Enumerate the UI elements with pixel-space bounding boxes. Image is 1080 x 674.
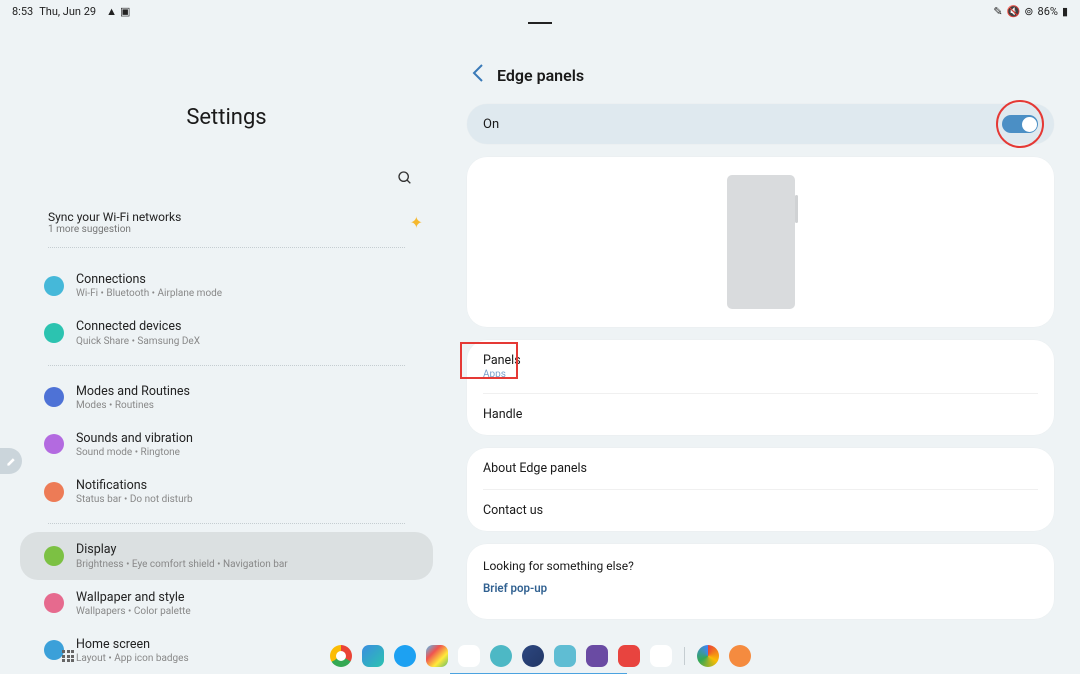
dock-divider <box>684 647 685 665</box>
settings-item-title: Connected devices <box>76 319 200 335</box>
app-icon-6[interactable] <box>490 645 512 667</box>
settings-item-icon <box>44 387 64 407</box>
photos-icon[interactable] <box>697 645 719 667</box>
play-store-icon[interactable] <box>426 645 448 667</box>
settings-item-title: Notifications <box>76 478 193 494</box>
status-right: ✎ 🔇 ⊚ 86% ▮ <box>993 5 1068 18</box>
sync-sub: 1 more suggestion <box>48 224 181 235</box>
settings-item-title: Wallpaper and style <box>76 590 191 606</box>
settings-item-icon <box>44 546 64 566</box>
settings-item-title: Display <box>76 542 288 558</box>
phone-preview <box>727 175 795 309</box>
settings-item-sub: Brightness • Eye comfort shield • Naviga… <box>76 559 288 570</box>
settings-item-notifications[interactable]: Notifications Status bar • Do not distur… <box>20 468 433 515</box>
about-contact-card: About Edge panels Contact us <box>467 448 1054 531</box>
contact-item[interactable]: Contact us <box>467 490 1054 531</box>
settings-item-icon <box>44 434 64 454</box>
app-icon-11[interactable] <box>650 645 672 667</box>
settings-item-sub: Quick Share • Samsung DeX <box>76 336 200 347</box>
settings-item-sounds-and-vibration[interactable]: Sounds and vibration Sound mode • Ringto… <box>20 421 433 468</box>
settings-item-title: Sounds and vibration <box>76 431 193 447</box>
status-left: 8:53 Thu, Jun 29 ▲ ▣ <box>12 5 130 18</box>
settings-item-modes-and-routines[interactable]: Modes and Routines Modes • Routines <box>20 374 433 421</box>
settings-item-sub: Status bar • Do not disturb <box>76 494 193 505</box>
image-icon: ▣ <box>120 5 130 18</box>
settings-item-sub: Wallpapers • Color palette <box>76 606 191 617</box>
settings-item-title: Modes and Routines <box>76 384 190 400</box>
settings-item-display[interactable]: Display Brightness • Eye comfort shield … <box>20 532 433 579</box>
slack-icon[interactable] <box>458 645 480 667</box>
status-time: 8:53 <box>12 5 33 18</box>
dock <box>0 638 1080 674</box>
looking-card: Looking for something else? Brief pop-up <box>467 544 1054 619</box>
battery-icon: ▮ <box>1062 5 1068 18</box>
search-icon[interactable] <box>397 170 413 190</box>
app-drawer-icon[interactable] <box>62 650 74 662</box>
settings-item-wallpaper-and-style[interactable]: Wallpaper and style Wallpapers • Color p… <box>20 580 433 627</box>
settings-item-icon <box>44 482 64 502</box>
settings-item-connected-devices[interactable]: Connected devices Quick Share • Samsung … <box>20 309 433 356</box>
mute-icon: 🔇 <box>1007 5 1021 18</box>
settings-item-sub: Wi-Fi • Bluetooth • Airplane mode <box>76 288 222 299</box>
twitter-icon[interactable] <box>394 645 416 667</box>
about-item[interactable]: About Edge panels <box>467 448 1054 489</box>
toggle-switch[interactable] <box>1002 115 1038 133</box>
brief-popup-link[interactable]: Brief pop-up <box>483 581 1038 595</box>
app-icon-9[interactable] <box>586 645 608 667</box>
settings-item-connections[interactable]: Connections Wi-Fi • Bluetooth • Airplane… <box>20 262 433 309</box>
handle-item[interactable]: Handle <box>467 394 1054 435</box>
warning-icon: ▲ <box>106 5 117 18</box>
sync-suggestion[interactable]: Sync your Wi-Fi networks 1 more suggesti… <box>20 204 433 247</box>
preview-card <box>467 157 1054 327</box>
panels-item[interactable]: Panels Apps <box>467 340 1054 393</box>
settings-item-icon <box>44 323 64 343</box>
page-title: Edge panels <box>497 66 584 85</box>
app-icon-8[interactable] <box>554 645 576 667</box>
app-icon-2[interactable] <box>362 645 384 667</box>
chrome-icon[interactable] <box>330 645 352 667</box>
looking-title: Looking for something else? <box>483 559 1038 573</box>
settings-item-sub: Sound mode • Ringtone <box>76 447 193 458</box>
sync-title: Sync your Wi-Fi networks <box>48 210 181 224</box>
wifi-icon: ⊚ <box>1024 5 1033 18</box>
battery-pct: 86% <box>1038 5 1058 18</box>
dex-icon[interactable] <box>729 645 751 667</box>
toggle-label: On <box>483 117 499 132</box>
app-icon-10[interactable] <box>618 645 640 667</box>
sparkle-icon: ✦ <box>410 213 423 232</box>
back-icon[interactable] <box>471 63 485 88</box>
settings-item-icon <box>44 593 64 613</box>
pen-icon: ✎ <box>993 5 1002 18</box>
master-toggle-card[interactable]: On <box>467 104 1054 144</box>
settings-item-sub: Modes • Routines <box>76 400 190 411</box>
settings-title: Settings <box>20 105 433 130</box>
settings-item-title: Connections <box>76 272 222 288</box>
settings-item-icon <box>44 276 64 296</box>
status-date: Thu, Jun 29 <box>39 5 96 18</box>
panels-handle-card: Panels Apps Handle <box>467 340 1054 435</box>
top-handle[interactable] <box>528 22 552 24</box>
app-icon-7[interactable] <box>522 645 544 667</box>
